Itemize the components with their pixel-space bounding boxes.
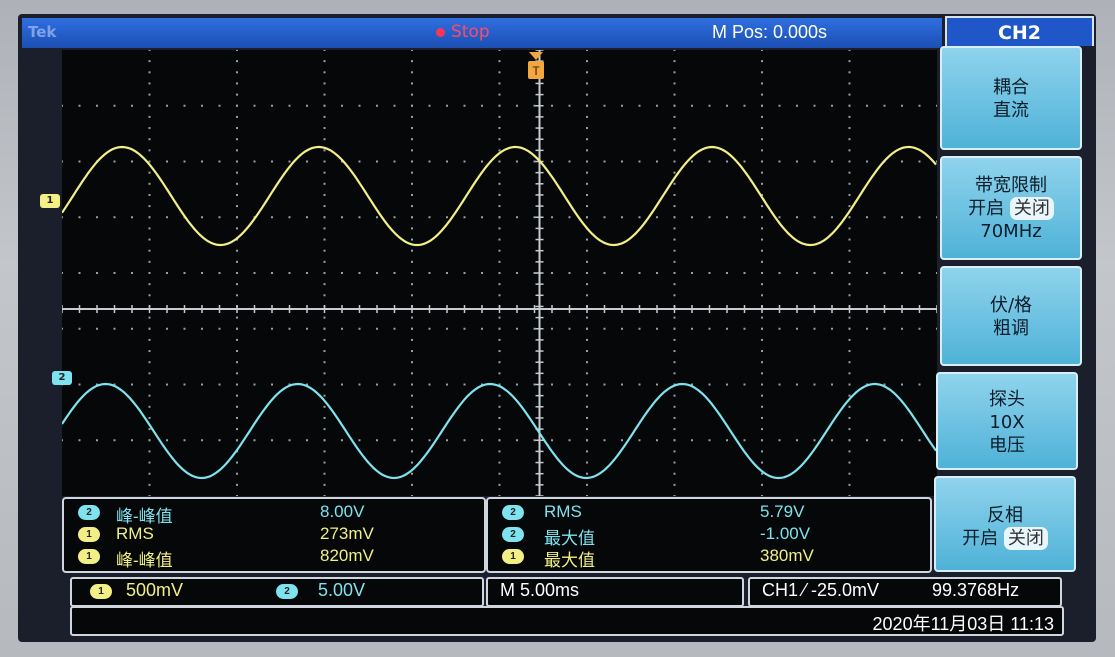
ch1-badge: 1 — [90, 584, 112, 599]
date-time: 2020年11月03日 11:13 — [872, 614, 1054, 634]
trigger-position-marker-icon[interactable]: T — [527, 52, 545, 80]
menu-title: CH2 — [945, 16, 1094, 46]
measurement-panel-left: 2 峰-峰值 8.00V 1 RMS 273mV 1 峰-峰值 820mV — [62, 497, 486, 573]
ch1-volts-div[interactable]: 500mV — [126, 580, 183, 601]
measurement-name: RMS — [544, 502, 582, 521]
ch1-badge: 1 — [78, 527, 100, 542]
waveform-display — [62, 50, 937, 496]
measurement-value: 8.00V — [320, 502, 365, 521]
measurement-row: 1 RMS 273mV — [64, 524, 484, 546]
probe-attenuation: 10X — [989, 412, 1025, 433]
ch2-badge: 2 — [502, 527, 524, 542]
date-time-bar: 2020年11月03日 11:13 — [70, 606, 1064, 636]
ch2-waveform — [62, 382, 937, 480]
frequency-readout: 99.3768Hz — [932, 580, 1020, 600]
measurement-row: 2 RMS 5.79V — [488, 502, 930, 524]
vertical-scale-bar: 1 500mV 2 5.00V — [70, 577, 484, 607]
bandwidth-limit-button[interactable]: 带宽限制 开启 关闭 70MHz — [940, 156, 1082, 260]
probe-type: 电压 — [989, 435, 1025, 456]
volts-div-label: 伏/格 — [989, 295, 1033, 316]
invert-toggle: 开启 关闭 — [936, 527, 1074, 550]
measurement-value: -1.00V — [760, 524, 811, 543]
probe-button[interactable]: 探头 10X 电压 — [936, 372, 1078, 470]
measurement-row: 2 最大值 -1.00V — [488, 524, 930, 548]
invert-button[interactable]: 反相 开启 关闭 — [934, 476, 1076, 572]
invert-label: 反相 — [987, 505, 1023, 526]
measurement-name: 最大值 — [544, 551, 595, 570]
bandwidth-on-option: 开启 — [968, 198, 1005, 219]
ch2-badge: 2 — [502, 505, 524, 520]
volts-div-value: 粗调 — [993, 318, 1029, 339]
waveform-svg — [62, 50, 937, 496]
measurement-name: RMS — [116, 524, 154, 543]
measurement-value: 5.79V — [760, 502, 805, 521]
ch2-volts-div[interactable]: 5.00V — [318, 580, 365, 601]
measurement-value: 273mV — [320, 524, 374, 543]
ch2-badge: 2 — [78, 505, 100, 520]
timebase-readout[interactable]: M 5.00ms — [500, 580, 579, 601]
trigger-readout[interactable]: CH1 ⁄ -25.0mV — [762, 580, 879, 601]
stop-indicator-icon — [436, 27, 445, 37]
ch1-badge: 1 — [78, 549, 100, 564]
bandwidth-off-option: 关闭 — [1009, 197, 1054, 220]
probe-label: 探头 — [989, 389, 1025, 410]
invert-off-option: 关闭 — [1003, 527, 1048, 550]
brand-logo: Tek — [28, 23, 57, 41]
measurement-value: 380mV — [760, 546, 814, 565]
coupling-button[interactable]: 耦合 直流 — [940, 46, 1082, 150]
top-status-bar: Tek Stop M Pos: 0.000s — [22, 18, 942, 48]
coupling-label: 耦合 — [993, 77, 1029, 98]
measurement-row: 1 最大值 380mV — [488, 546, 930, 570]
measurement-value: 820mV — [320, 546, 374, 565]
measurement-panel-right: 2 RMS 5.79V 2 最大值 -1.00V 1 最大值 380mV — [486, 497, 932, 573]
invert-on-option: 开启 — [962, 528, 999, 549]
measurement-row: 1 峰-峰值 820mV — [64, 546, 484, 570]
coupling-value: 直流 — [993, 100, 1029, 121]
graticule — [62, 50, 937, 496]
measurement-name: 峰-峰值 — [116, 551, 173, 570]
ch1-ground-marker[interactable]: 1 — [40, 194, 60, 208]
bandwidth-value: 70MHz — [980, 221, 1042, 242]
bandwidth-limit-label: 带宽限制 — [975, 175, 1047, 196]
trigger-bar: CH1 ⁄ -25.0mV 99.3768Hz — [748, 577, 1062, 607]
horizontal-position-readout: M Pos: 0.000s — [712, 22, 828, 42]
timebase-bar: M 5.00ms — [486, 577, 744, 607]
ch1-badge: 1 — [502, 549, 524, 564]
acquisition-status: Stop — [436, 22, 490, 42]
ch2-badge: 2 — [276, 584, 298, 599]
acquisition-status-label: Stop — [451, 22, 490, 42]
measurement-row: 2 峰-峰值 8.00V — [64, 502, 484, 526]
svg-text:T: T — [532, 64, 540, 78]
volts-div-button[interactable]: 伏/格 粗调 — [940, 266, 1082, 366]
ch2-ground-marker[interactable]: 2 — [52, 371, 72, 385]
bandwidth-limit-toggle: 开启 关闭 — [942, 197, 1080, 220]
